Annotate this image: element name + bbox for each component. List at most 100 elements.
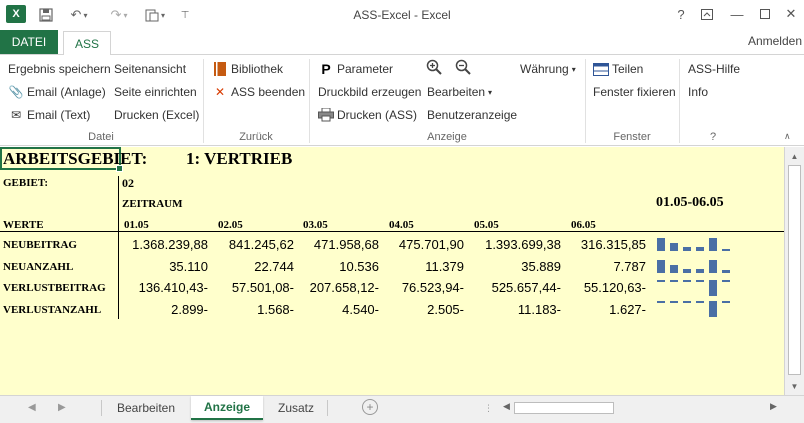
date-header[interactable]: 06.05 — [571, 219, 596, 231]
scroll-down-icon[interactable]: ▼ — [785, 378, 804, 394]
data-cell[interactable]: 55.120,63- — [561, 280, 646, 295]
minimize-icon[interactable]: — — [722, 2, 752, 26]
data-cell[interactable]: 35.889 — [464, 259, 561, 274]
page-view-button[interactable]: Seitenansicht — [114, 60, 186, 78]
data-cell[interactable]: 22.744 — [208, 259, 294, 274]
data-cell[interactable]: 207.658,12- — [294, 280, 379, 295]
header-divider — [0, 231, 784, 232]
freeze-panes-button[interactable]: Fenster fixieren — [593, 83, 676, 101]
date-header[interactable]: 01.05 — [124, 219, 149, 231]
area-label[interactable]: GEBIET: — [3, 177, 48, 189]
date-header[interactable]: 05.05 — [474, 219, 499, 231]
collapse-ribbon-icon[interactable]: ∧ — [784, 127, 791, 145]
sparkline — [657, 259, 735, 273]
area-value[interactable]: 02 — [122, 176, 134, 191]
horizontal-scrollbar[interactable]: ◀ ▶ — [500, 401, 784, 416]
tab-file[interactable]: DATEI — [0, 30, 58, 54]
data-cell[interactable]: 2.899- — [119, 302, 208, 317]
library-button[interactable]: Bibliothek — [212, 60, 283, 78]
zoom-in-button[interactable] — [426, 58, 445, 76]
date-header[interactable]: 03.05 — [303, 219, 328, 231]
email-text-button[interactable]: ✉ Email (Text) — [8, 106, 90, 124]
sheet-tab-zusatz[interactable]: Zusatz — [265, 396, 327, 420]
tab-divider — [101, 400, 102, 416]
ribbon-display-icon[interactable] — [692, 2, 722, 26]
data-cell[interactable]: 1.627- — [561, 302, 646, 317]
page-setup-button[interactable]: Seite einrichten — [114, 83, 197, 101]
print-ass-button[interactable]: Drucken (ASS) — [318, 106, 417, 124]
split-window-icon — [593, 61, 609, 77]
save-result-label: Ergebnis speichern — [8, 62, 111, 76]
data-cell[interactable]: 76.523,94- — [379, 280, 464, 295]
vertical-scrollbar[interactable]: ▲ ▼ — [784, 147, 804, 395]
data-cell[interactable]: 1.368.239,88 — [119, 237, 208, 252]
close-icon[interactable]: ✕ — [776, 2, 804, 26]
row-label[interactable]: VERLUSTBEITRAG — [3, 282, 106, 294]
values-label[interactable]: WERTE — [3, 219, 44, 231]
data-cell[interactable]: 35.110 — [119, 259, 208, 274]
worksheet[interactable]: ARBEITSGEBIET: 1: VERTRIEB GEBIET: 02 ZE… — [0, 147, 784, 395]
tab-ass[interactable]: ASS — [63, 31, 111, 55]
sheet-tab-anzeige[interactable]: Anzeige — [191, 396, 263, 420]
data-cell[interactable]: 10.536 — [294, 259, 379, 274]
exit-ass-button[interactable]: ✕ ASS beenden — [212, 83, 305, 101]
data-cell[interactable]: 1.393.699,38 — [464, 237, 561, 252]
info-button[interactable]: Info — [688, 83, 708, 101]
parameter-button[interactable]: P Parameter — [318, 60, 393, 78]
sign-in-link[interactable]: Anmelden — [748, 34, 802, 48]
data-cell[interactable]: 1.568- — [208, 302, 294, 317]
printer-icon — [318, 107, 334, 123]
previous-sheet-icon[interactable]: ◀ — [28, 402, 36, 413]
add-sheet-icon[interactable]: + — [362, 399, 378, 415]
edit-dropdown[interactable]: Bearbeiten ▾ — [427, 83, 492, 101]
sheet-title-value[interactable]: 1: VERTRIEB — [186, 149, 292, 169]
print-ass-label: Drucken (ASS) — [337, 108, 418, 122]
sheet-title-prefix[interactable]: ARBEITSGEBIET: — [3, 149, 147, 169]
data-cell[interactable]: 7.787 — [561, 259, 646, 274]
row-label[interactable]: NEUBEITRAG — [3, 239, 77, 251]
split-button[interactable]: Teilen — [593, 60, 643, 78]
data-cell[interactable]: 4.540- — [294, 302, 379, 317]
scroll-right-icon[interactable]: ▶ — [770, 401, 777, 412]
currency-dropdown[interactable]: Währung ▾ — [520, 60, 576, 78]
data-cell[interactable]: 475.701,90 — [379, 237, 464, 252]
period-range[interactable]: 01.05-06.05 — [656, 195, 724, 211]
user-view-button[interactable]: Benutzeranzeige — [427, 106, 517, 124]
group-label-anzeige: Anzeige — [427, 131, 467, 143]
sparkline — [657, 237, 735, 251]
scroll-thumb[interactable] — [788, 165, 801, 375]
print-excel-label: Drucken (Excel) — [114, 108, 200, 122]
chevron-down-icon: ▾ — [571, 64, 576, 74]
row-label[interactable]: NEUANZAHL — [3, 261, 73, 273]
period-label[interactable]: ZEITRAUM — [122, 198, 183, 210]
data-cell[interactable]: 57.501,08- — [208, 280, 294, 295]
chevron-down-icon: ▾ — [488, 87, 493, 97]
data-cell[interactable]: 11.183- — [464, 302, 561, 317]
scroll-up-icon[interactable]: ▲ — [785, 148, 804, 164]
data-cell[interactable]: 841.245,62 — [208, 237, 294, 252]
sheet-tab-bearbeiten[interactable]: Bearbeiten — [103, 396, 189, 420]
zoom-out-button[interactable] — [455, 58, 474, 76]
tab-split-handle-icon[interactable]: ⋮ — [484, 403, 493, 414]
sparkline — [657, 299, 735, 317]
data-cell[interactable]: 2.505- — [379, 302, 464, 317]
data-cell[interactable]: 11.379 — [379, 259, 464, 274]
row-label[interactable]: VERLUSTANZAHL — [3, 304, 101, 316]
exit-ass-label: ASS beenden — [231, 85, 306, 99]
data-cell[interactable]: 316.315,85 — [561, 237, 646, 252]
save-result-button[interactable]: Ergebnis speichern — [8, 60, 111, 78]
data-cell[interactable]: 471.958,68 — [294, 237, 379, 252]
group-label-datei: Datei — [88, 131, 114, 143]
data-cell[interactable]: 136.410,43- — [119, 280, 208, 295]
group-label-fenster: Fenster — [613, 131, 651, 143]
data-cell[interactable]: 525.657,44- — [464, 280, 561, 295]
print-excel-button[interactable]: Drucken (Excel) — [114, 106, 199, 124]
print-image-button[interactable]: Druckbild erzeugen — [318, 83, 421, 101]
next-sheet-icon[interactable]: ▶ — [58, 402, 66, 413]
horizontal-scroll-thumb[interactable] — [514, 402, 614, 414]
scroll-left-icon[interactable]: ◀ — [503, 401, 510, 412]
ass-help-button[interactable]: ASS-Hilfe — [688, 60, 740, 78]
date-header[interactable]: 02.05 — [218, 219, 243, 231]
email-attachment-button[interactable]: 📎 Email (Anlage) — [8, 83, 106, 101]
date-header[interactable]: 04.05 — [389, 219, 414, 231]
